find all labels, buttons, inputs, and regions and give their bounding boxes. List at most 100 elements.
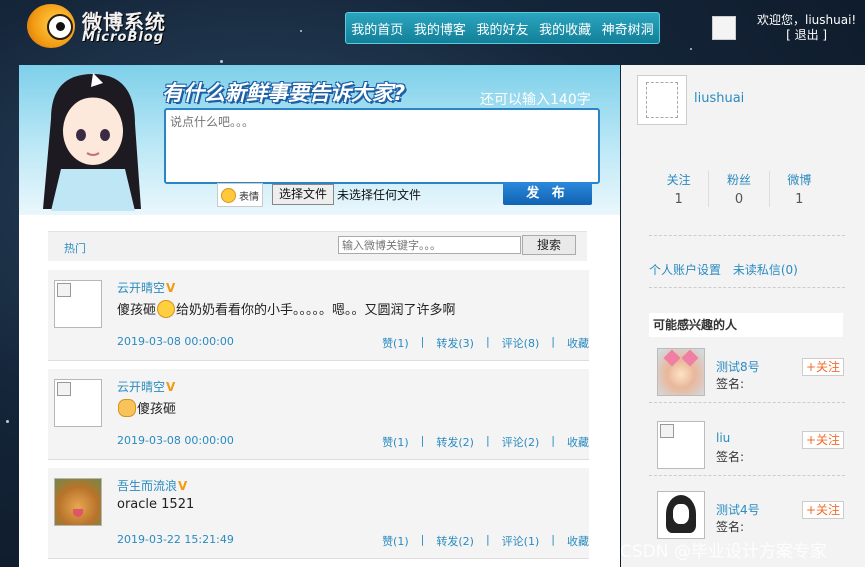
follow-button[interactable]: +关注	[802, 501, 844, 519]
sidebar: liushuai 关注 1 粉丝 0 微博 1 个人账户设置 未读私信(0) 可能感兴…	[621, 65, 865, 567]
repost-button[interactable]: 转发(2)	[436, 533, 474, 549]
composer-slogan: 有什么新鲜事要告诉大家?	[162, 81, 406, 105]
repost-button[interactable]: 转发(3)	[436, 335, 474, 351]
favorite-button[interactable]: 收藏	[567, 335, 589, 351]
stat-posts[interactable]: 微博 1	[770, 171, 829, 207]
recommend-item: liu 签名: +关注	[649, 421, 845, 481]
post-time: 2019-03-08 00:00:00	[117, 434, 234, 447]
main-nav: 我的首页 我的博客 我的好友 我的收藏 神奇树洞	[345, 12, 660, 44]
star-decoration	[300, 30, 302, 32]
recommend-name[interactable]: liu	[716, 431, 730, 445]
follow-button[interactable]: +关注	[802, 431, 844, 449]
post-actions: 赞(1) | 转发(3) | 评论(8) | 收藏	[382, 335, 589, 351]
recommend-name[interactable]: 测试8号	[716, 358, 760, 375]
like-button[interactable]: 赞(1)	[382, 533, 409, 549]
cat-hat-avatar-image	[658, 349, 704, 395]
recommend-signature: 签名:	[716, 520, 745, 534]
star-decoration	[690, 48, 692, 50]
like-button[interactable]: 赞(1)	[382, 335, 409, 351]
header-avatar[interactable]	[712, 16, 736, 40]
post-avatar[interactable]	[54, 379, 102, 427]
broken-image-icon	[660, 424, 674, 438]
recommend-name[interactable]: 测试4号	[716, 501, 760, 518]
favorite-button[interactable]: 收藏	[567, 533, 589, 549]
user-stats: 关注 1 粉丝 0 微博 1	[649, 171, 829, 207]
welcome-text: 欢迎您，liushuai!	[757, 13, 857, 27]
manga-avatar-image	[658, 492, 704, 538]
smiley-icon	[221, 187, 236, 203]
choose-file-button[interactable]: 选择文件	[272, 184, 335, 205]
star-decoration	[220, 60, 223, 63]
comment-button[interactable]: 评论(1)	[502, 533, 540, 549]
recommend-item: 测试8号 签名: +关注	[649, 348, 845, 408]
nav-item-blog[interactable]: 我的博客	[414, 19, 466, 38]
emoji-label: 表情	[239, 191, 259, 203]
dog-avatar-image	[55, 479, 101, 525]
favorite-button[interactable]: 收藏	[567, 434, 589, 450]
recommend-avatar[interactable]	[657, 421, 705, 469]
logout-link[interactable]: [ 退出 ]	[757, 28, 856, 43]
divider	[649, 235, 845, 236]
verified-icon: V	[166, 281, 176, 295]
comment-button[interactable]: 评论(2)	[502, 434, 540, 450]
broken-image-icon	[57, 382, 71, 396]
logo-subtitle: MicroBlog	[82, 30, 165, 45]
sidebar-username[interactable]: liushuai	[694, 91, 744, 106]
user-avatar[interactable]	[637, 75, 687, 125]
stat-following[interactable]: 关注 1	[649, 171, 710, 207]
search-input[interactable]	[338, 236, 521, 254]
sketch-avatar-icon	[646, 82, 678, 118]
post-item: 吾生而流浪V oracle 1521 2019-03-22 15:21:49 赞…	[48, 468, 589, 559]
account-links: 个人账户设置 未读私信(0)	[649, 261, 806, 278]
star-decoration	[6, 420, 9, 423]
anime-girl-illustration	[43, 73, 141, 211]
like-button[interactable]: 赞(1)	[382, 434, 409, 450]
fish-logo-icon	[27, 4, 75, 48]
welcome-block: 欢迎您，liushuai! [ 退出 ]	[757, 13, 856, 43]
recommend-avatar[interactable]	[657, 491, 705, 539]
post-content: 傻孩砸	[117, 398, 176, 417]
post-content: 傻孩砸 给奶奶看看你的小手。。。。。嗯。。又圆润了许多啊	[117, 299, 456, 318]
nav-item-home[interactable]: 我的首页	[351, 19, 403, 38]
post-author[interactable]: 吾生而流浪V	[117, 477, 187, 494]
tab-hot[interactable]: 热门	[64, 240, 86, 256]
verified-icon: V	[178, 479, 188, 493]
recommend-signature: 签名:	[716, 377, 745, 391]
site-logo[interactable]: 微博系统 MicroBlog	[25, 4, 195, 50]
post-actions: 赞(1) | 转发(2) | 评论(1) | 收藏	[382, 533, 589, 549]
main-content: 有什么新鲜事要告诉大家? 还可以输入140字 表情 选择文件 未选择任何文件 发…	[19, 65, 620, 567]
divider	[649, 402, 845, 403]
follow-button[interactable]: +关注	[802, 358, 844, 376]
post-avatar[interactable]	[54, 478, 102, 526]
account-settings-link[interactable]: 个人账户设置	[649, 263, 721, 277]
post-actions: 赞(1) | 转发(2) | 评论(2) | 收藏	[382, 434, 589, 450]
post-author[interactable]: 云开晴空V	[117, 378, 175, 395]
comment-button[interactable]: 评论(8)	[502, 335, 540, 351]
search-button[interactable]: 搜索	[522, 235, 576, 255]
unread-messages-link[interactable]: 未读私信(0)	[733, 263, 798, 277]
post-item: 云开晴空V 傻孩砸 2019-03-08 00:00:00 赞(1) | 转发(2…	[48, 369, 589, 460]
may-like-heading: 可能感兴趣的人	[649, 313, 843, 337]
emoji-button[interactable]: 表情	[217, 183, 263, 207]
cat-emoji-icon	[118, 398, 136, 417]
post-item: 云开晴空V 傻孩砸 给奶奶看看你的小手。。。。。嗯。。又圆润了许多啊 2019-0…	[48, 270, 589, 361]
post-time: 2019-03-22 15:21:49	[117, 533, 234, 546]
laugh-emoji-icon	[157, 299, 176, 318]
post-avatar[interactable]	[54, 280, 102, 328]
feed-toolbar: 热门 搜索	[48, 231, 587, 261]
recommend-avatar[interactable]	[657, 348, 705, 396]
post-time: 2019-03-08 00:00:00	[117, 335, 234, 348]
recommend-signature: 签名:	[716, 450, 745, 464]
nav-item-treehole[interactable]: 神奇树洞	[602, 19, 654, 38]
stat-followers[interactable]: 粉丝 0	[709, 171, 770, 207]
post-textarea[interactable]	[164, 108, 600, 184]
publish-button[interactable]: 发 布	[503, 182, 592, 205]
composer-banner: 有什么新鲜事要告诉大家? 还可以输入140字 表情 选择文件 未选择任何文件 发…	[19, 65, 620, 215]
divider	[649, 287, 845, 288]
post-author[interactable]: 云开晴空V	[117, 279, 175, 296]
csdn-watermark: CSDN @毕业设计方案专家	[620, 542, 827, 562]
broken-image-icon	[57, 283, 71, 297]
nav-item-friends[interactable]: 我的好友	[476, 19, 528, 38]
nav-item-favorites[interactable]: 我的收藏	[539, 19, 591, 38]
repost-button[interactable]: 转发(2)	[436, 434, 474, 450]
